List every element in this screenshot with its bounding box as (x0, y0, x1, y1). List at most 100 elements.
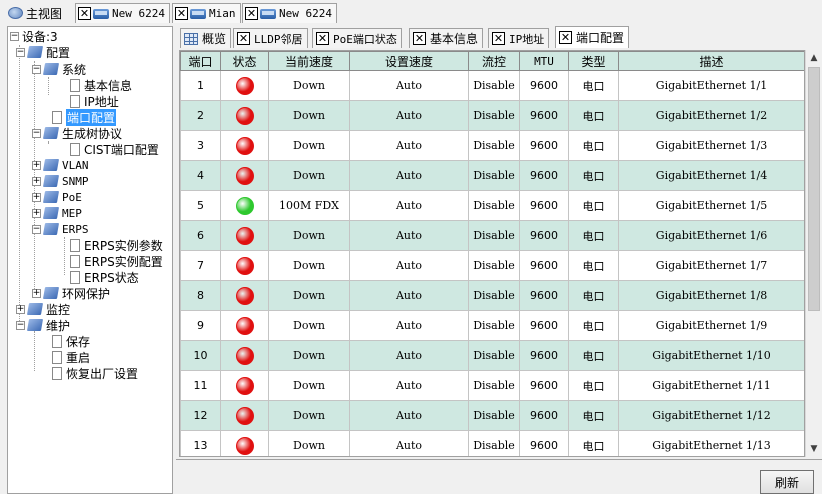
table-row[interactable]: 10 Down Auto Disable 9600 电口 GigabitEthernet 1… (180, 340, 804, 371)
table-row[interactable]: 7 Down Auto Disable 9600 电口 GigabitEthernet 1/… (180, 250, 804, 281)
collapse-icon[interactable]: − (32, 224, 41, 234)
table-row[interactable]: 9 Down Auto Disable 9600 电口 GigabitEthernet 1/… (180, 310, 804, 341)
table-row[interactable]: 4 Down Auto Disable 9600 电口 GigabitEthernet 1/… (180, 160, 804, 191)
tree-monitor[interactable]: + 监控 (16, 301, 70, 317)
tree-factory-reset[interactable]: 恢复出厂设置 (52, 365, 138, 381)
tree-erps-status[interactable]: ERPS状态 (70, 269, 139, 285)
table-row[interactable]: 5 100M FDX Auto Disable 9600 电口 GigabitEtherne… (180, 190, 804, 221)
type-cell: 电口 (568, 100, 619, 131)
close-icon[interactable]: ✕ (245, 7, 258, 20)
flow-control-cell: Disable (468, 370, 520, 401)
tree-snmp[interactable]: + SNMP (32, 173, 89, 189)
flow-control-cell: Disable (468, 430, 520, 456)
expand-icon[interactable]: + (32, 160, 41, 170)
flow-control-cell: Disable (468, 280, 520, 311)
status-led-icon (235, 196, 254, 215)
scrollbar-thumb[interactable] (808, 67, 820, 311)
tree-erps-config[interactable]: ERPS实例配置 (70, 253, 163, 269)
status-cell (220, 250, 269, 281)
tab-basic-info[interactable]: ✕ 基本信息 (409, 28, 484, 48)
document-icon (52, 110, 62, 124)
status-led-icon (235, 406, 254, 425)
close-icon[interactable]: ✕ (175, 7, 188, 20)
column-header-set-speed[interactable]: 设置速度 (349, 51, 469, 71)
tree-cist[interactable]: CIST端口配置 (70, 141, 159, 157)
close-icon[interactable]: ✕ (237, 32, 250, 45)
tree-system[interactable]: − 系统 (32, 61, 86, 77)
column-header-mtu[interactable]: MTU (519, 51, 569, 71)
table-row[interactable]: 1 Down Auto Disable 9600 电口 GigabitEthernet 1/… (180, 70, 804, 101)
expand-icon[interactable]: + (16, 304, 25, 314)
tree-vlan[interactable]: + VLAN (32, 157, 89, 173)
refresh-button[interactable]: 刷新 (760, 470, 814, 494)
flow-control-cell: Disable (468, 100, 520, 131)
document-icon (70, 142, 80, 156)
tab-ip-address[interactable]: ✕ IP地址 (488, 28, 550, 48)
column-header-flow-control[interactable]: 流控 (468, 51, 520, 71)
column-header-port[interactable]: 端口 (180, 51, 221, 71)
table-row[interactable]: 2 Down Auto Disable 9600 电口 GigabitEthernet 1/… (180, 100, 804, 131)
collapse-icon[interactable]: − (10, 31, 19, 41)
mtu-cell: 9600 (519, 160, 569, 191)
close-icon[interactable]: ✕ (492, 32, 505, 45)
column-header-status[interactable]: 状态 (220, 51, 269, 71)
close-icon[interactable]: ✕ (316, 32, 329, 45)
document-icon (52, 350, 62, 364)
current-speed-cell: Down (268, 370, 350, 401)
description-cell: GigabitEthernet 1/7 (618, 250, 804, 281)
document-icon (70, 238, 80, 252)
port-cell: 1 (180, 70, 221, 101)
tree-stp[interactable]: − 生成树协议 (32, 125, 122, 141)
collapse-icon[interactable]: − (16, 320, 25, 330)
tree-reboot[interactable]: 重启 (52, 349, 90, 365)
tree-ip-address[interactable]: IP地址 (70, 93, 119, 109)
tab-lldp-neighbors[interactable]: ✕ LLDP邻居 (233, 28, 308, 48)
collapse-icon[interactable]: − (16, 47, 25, 57)
tree-maintenance[interactable]: − 维护 (16, 317, 70, 333)
collapse-icon[interactable]: − (32, 128, 41, 138)
tree-basic-info[interactable]: 基本信息 (70, 77, 132, 93)
tab-overview[interactable]: 概览 (180, 28, 232, 48)
expand-icon[interactable]: + (32, 192, 41, 202)
table-row[interactable]: 8 Down Auto Disable 9600 电口 GigabitEthernet 1/… (180, 280, 804, 311)
close-icon[interactable]: ✕ (78, 7, 91, 20)
scroll-up-arrow-icon[interactable]: ▲ (806, 50, 822, 66)
tab-port-config[interactable]: ✕ 端口配置 (555, 26, 630, 48)
port-cell: 10 (180, 340, 221, 371)
column-header-current-speed[interactable]: 当前速度 (268, 51, 350, 71)
tab-main-view[interactable]: 主视图 (8, 3, 62, 23)
vertical-scrollbar[interactable]: ▲ ▼ (805, 50, 822, 457)
table-row[interactable]: 12 Down Auto Disable 9600 电口 GigabitEthernet 1… (180, 400, 804, 431)
flow-control-cell: Disable (468, 220, 520, 251)
type-cell: 电口 (568, 310, 619, 341)
expand-icon[interactable]: + (32, 288, 41, 298)
table-row[interactable]: 11 Down Auto Disable 9600 电口 GigabitEthernet 1… (180, 370, 804, 401)
tree-poe[interactable]: + PoE (32, 189, 82, 205)
mtu-cell: 9600 (519, 280, 569, 311)
tab-device-mian[interactable]: ✕ Mian (172, 3, 241, 23)
close-icon[interactable]: ✕ (413, 32, 426, 45)
table-row[interactable]: 13 Down Auto Disable 9600 电口 GigabitEthernet 1… (180, 430, 804, 456)
column-header-type[interactable]: 类型 (568, 51, 619, 71)
column-header-description[interactable]: 描述 (618, 51, 804, 71)
tree-config[interactable]: − 配置 (16, 44, 70, 60)
collapse-icon[interactable]: − (32, 64, 41, 74)
tree-mep[interactable]: + MEP (32, 205, 82, 221)
tab-poe-status[interactable]: ✕ PoE端口状态 (312, 28, 402, 48)
table-row[interactable]: 6 Down Auto Disable 9600 电口 GigabitEthernet 1/… (180, 220, 804, 251)
tree-port-config[interactable]: 端口配置 (52, 108, 117, 126)
tree-root[interactable]: − 设备:3 (10, 28, 58, 44)
tab-device-new6224[interactable]: ✕ New 6224 (75, 3, 170, 23)
scroll-down-arrow-icon[interactable]: ▼ (806, 441, 822, 457)
tab-device-new6224-2[interactable]: ✕ New 6224 (242, 3, 337, 23)
tree-erps-params[interactable]: ERPS实例参数 (70, 237, 163, 253)
expand-icon[interactable]: + (32, 208, 41, 218)
expand-icon[interactable]: + (32, 176, 41, 186)
tree-erps[interactable]: − ERPS (32, 221, 89, 237)
close-icon[interactable]: ✕ (559, 31, 572, 44)
port-cell: 7 (180, 250, 221, 281)
tree-save[interactable]: 保存 (52, 333, 90, 349)
bottom-bar (176, 459, 822, 494)
table-row[interactable]: 3 Down Auto Disable 9600 电口 GigabitEthernet 1/… (180, 130, 804, 161)
tree-ring-protect[interactable]: + 环网保护 (32, 285, 110, 301)
